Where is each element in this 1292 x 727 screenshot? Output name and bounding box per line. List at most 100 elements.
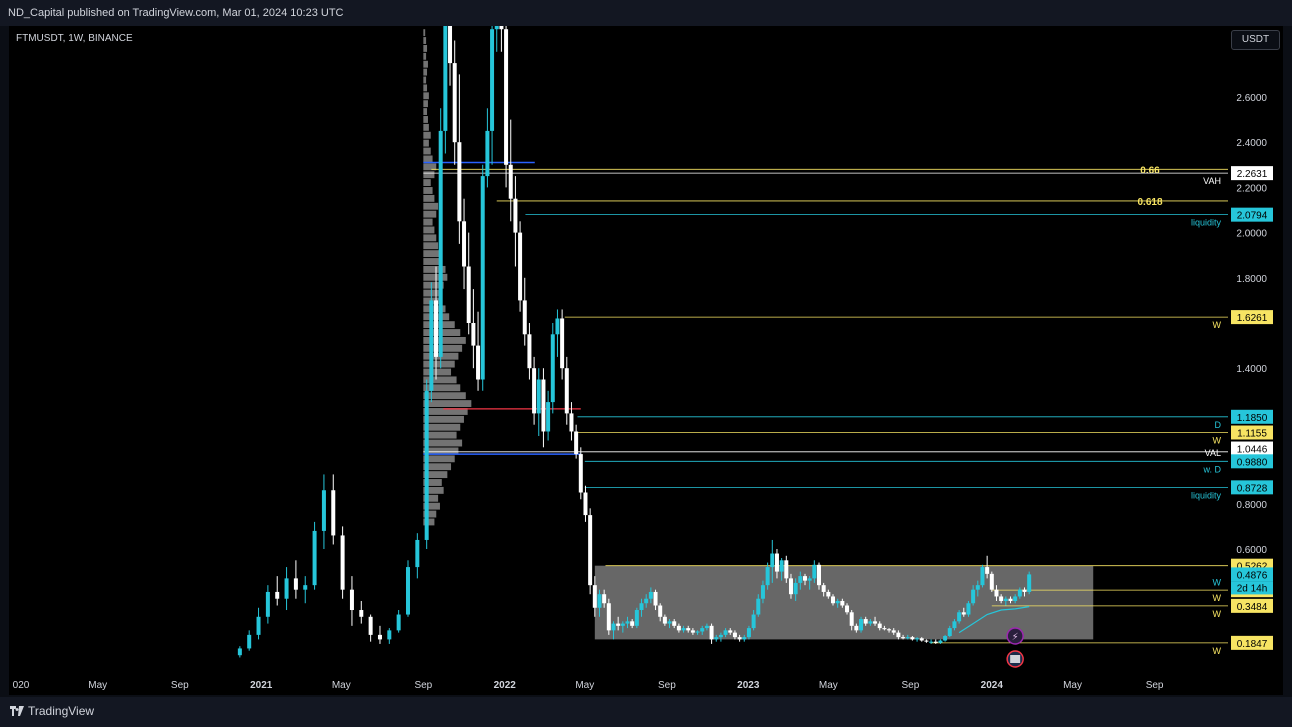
volume-profile-bar [423,37,427,44]
candle-body [929,641,934,643]
candle-body [845,605,850,613]
candle-body [1008,598,1013,601]
candle-body [256,616,261,635]
candle-body [606,603,611,631]
volume-profile-bar [423,179,431,187]
level-tag: W [1213,577,1222,587]
volume-profile-bar [423,439,463,447]
x-axis-tick-label: 020 [13,680,30,691]
candle-body [868,621,873,624]
candle-body [312,530,317,586]
candle-body [770,553,775,568]
candle-body [485,130,490,177]
x-axis-tick-label: 2022 [494,680,517,691]
candle-body [891,630,896,633]
candle-body [424,390,429,540]
y-axis-tick-label: 2.6000 [1236,93,1267,104]
candle-body [1027,574,1032,592]
volume-profile-bar [423,194,435,202]
candle-body [340,535,345,590]
candle-body [863,619,868,624]
candle-body [1003,598,1008,601]
candle-body [452,63,457,143]
candle-body [793,582,798,595]
candle-body [480,176,485,380]
candle-body [387,630,392,640]
candle-body [448,26,453,64]
price-badge-label: 0.4876 [1237,570,1268,581]
candle-body [714,637,719,640]
x-axis-tick-label: May [819,680,838,691]
candle-body [859,619,864,631]
candle-body [746,628,751,638]
price-badge-label: 1.1155 [1237,428,1267,439]
x-axis-tick-label: 2021 [250,680,273,691]
candle-body [877,623,882,629]
volume-profile-bar [423,400,472,408]
candle-body [583,492,588,516]
candle-body [905,637,910,639]
candle-body [630,621,635,626]
candle-body [536,379,541,414]
volume-profile-bar [423,250,440,258]
candle-body [695,631,700,633]
volume-profile-bar [423,368,452,376]
y-axis-tick-label: 2.0000 [1236,229,1267,240]
volume-profile-bar [423,131,431,139]
candle-body [933,641,938,643]
candle-body [784,560,789,579]
x-axis-tick-label: Sep [414,680,432,691]
tradingview-logo[interactable]: TradingView [10,704,94,718]
candle-body [275,591,280,599]
candle-body [704,625,709,629]
y-axis-tick-label: 2.2000 [1236,183,1267,194]
candle-body [588,515,593,586]
candle-body [756,598,761,615]
candle-body [765,567,770,586]
candle-body [237,648,242,656]
volume-profile-bar [423,218,433,226]
volume-profile-bar [423,210,437,218]
candle-body [1017,589,1022,597]
volume-profile-bar [423,242,439,250]
candle-body [438,130,443,357]
candle-body [779,560,784,572]
level-tag: w. D [1202,464,1221,474]
candle-body [597,594,602,608]
candle-body [980,567,985,586]
countdown-label: 2d 14h [1237,583,1268,594]
candle-body [644,598,649,604]
candle-body [457,142,462,222]
candle-body [443,26,448,131]
level-tag: W [1213,646,1222,656]
volume-profile-bar [423,29,426,37]
candle-body [737,637,742,640]
candle-body [616,623,621,626]
candle-body [331,490,336,536]
x-axis-tick-label: Sep [1146,680,1164,691]
candle-body [522,300,527,335]
candle-body [919,638,924,641]
candle-body [490,29,495,131]
candle-body [532,368,537,414]
volume-profile-bar [423,171,435,179]
candle-body [377,634,382,640]
candle-body [550,334,555,403]
x-axis-tick-label: Sep [658,680,676,691]
candle-body [798,576,803,583]
candle-body [676,625,681,631]
candle-body [513,198,518,233]
candle-body [723,630,728,635]
candle-body [471,323,476,346]
volume-profile-bar [423,155,433,163]
tradingview-icon [10,706,24,716]
level-tag: W [1213,593,1222,603]
price-chart[interactable]: 0.66 0.618 ⚡ 2.6000 2.4000 2.2000 2.0000 1.8000… [0,0,1292,727]
y-axis-tick-label: 0.6000 [1236,545,1267,556]
fib-label: 0.66 [1140,165,1160,176]
candle-body [321,490,326,531]
volume-profile-bar [423,108,428,116]
bottom-bar [0,697,1292,727]
candle-body [284,578,289,599]
candle-body [574,431,579,455]
